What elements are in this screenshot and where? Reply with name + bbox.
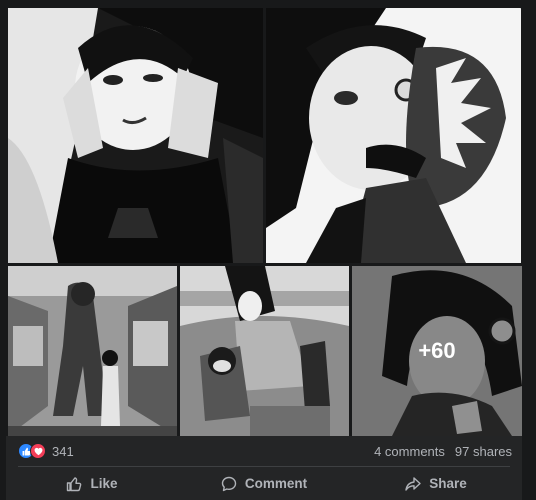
love-icon: [30, 443, 46, 459]
like-button[interactable]: Like: [6, 467, 178, 500]
reactions-summary[interactable]: 341: [18, 443, 74, 459]
reaction-count: 341: [52, 443, 74, 459]
share-button[interactable]: Share: [350, 467, 522, 500]
photo-grid: +60: [6, 6, 522, 436]
engagement-counts: 4 comments 97 shares: [374, 444, 512, 459]
post-card: +60 341 4 comments 97 shares Like Commen…: [6, 6, 522, 500]
more-photos-count: +60: [418, 338, 456, 363]
comment-bubble-icon: [221, 476, 237, 491]
post-actions-bar: Like Comment Share: [6, 467, 522, 500]
share-button-label: Share: [429, 476, 467, 491]
post-photo-5[interactable]: +60: [352, 266, 522, 436]
shares-count[interactable]: 97 shares: [455, 444, 512, 459]
post-photo-1[interactable]: [8, 8, 263, 263]
photo-4-artwork: [180, 266, 349, 436]
comment-button[interactable]: Comment: [178, 467, 350, 500]
post-photo-2[interactable]: [266, 8, 521, 263]
post-photo-3[interactable]: [8, 266, 177, 436]
photo-3-artwork: [8, 266, 177, 436]
feed-background: +60 341 4 comments 97 shares Like Commen…: [0, 0, 536, 500]
comments-count[interactable]: 4 comments: [374, 444, 445, 459]
comment-button-label: Comment: [244, 476, 308, 491]
thumbs-up-icon: [67, 476, 82, 491]
photo-1-artwork: [8, 8, 263, 263]
post-photo-4[interactable]: [180, 266, 349, 436]
share-arrow-icon: [405, 476, 421, 491]
more-photos-overlay[interactable]: +60: [352, 266, 522, 436]
like-button-label: Like: [90, 476, 118, 491]
photo-2-artwork: [266, 8, 521, 263]
post-stats-bar: 341 4 comments 97 shares: [6, 436, 522, 466]
